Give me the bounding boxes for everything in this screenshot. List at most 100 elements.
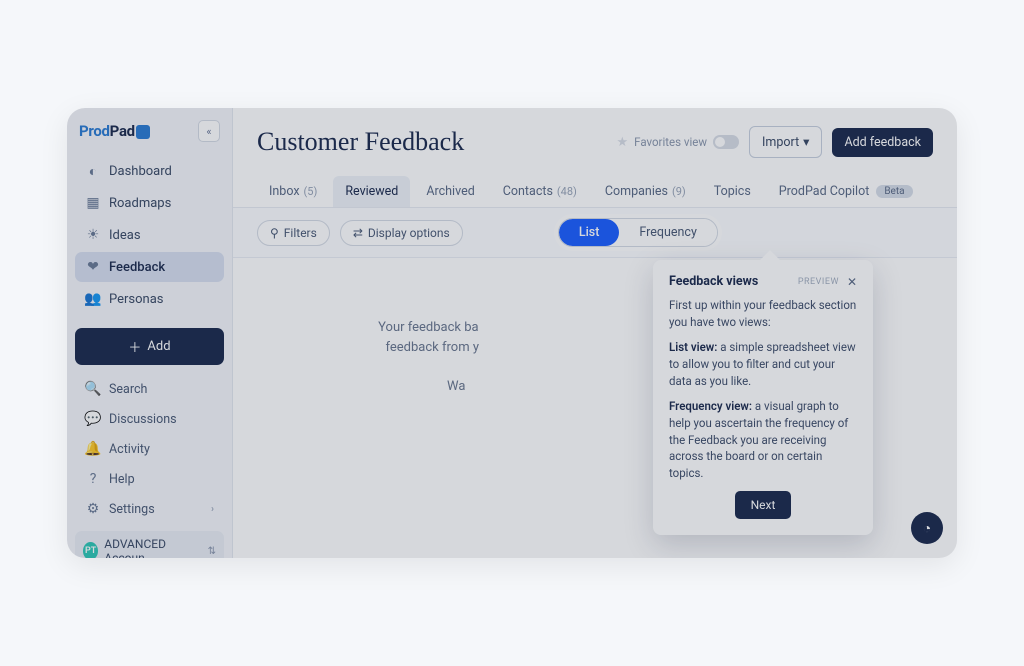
gear-icon: ⚙ xyxy=(85,501,101,517)
sidebar-item-label: Search xyxy=(109,382,147,397)
help-icon: ? xyxy=(85,471,101,487)
popover-title: Feedback views xyxy=(669,274,758,289)
logo-row: ProdPad « xyxy=(75,118,224,152)
sidebar-item-label: Ideas xyxy=(109,228,141,243)
logo-text-2: Pad xyxy=(110,122,135,140)
sidebar-item-label: Dashboard xyxy=(109,164,172,179)
page-title: Customer Feedback xyxy=(257,127,464,157)
tab-count: (5) xyxy=(304,185,318,198)
sidebar-item-label: Roadmaps xyxy=(109,196,171,211)
tab-label: Reviewed xyxy=(345,184,398,199)
tab-inbox[interactable]: Inbox (5) xyxy=(257,176,329,207)
header-actions: ★ Favorites view Import ▾ Add feedback xyxy=(617,126,933,158)
sliders-icon: ⇄ xyxy=(353,226,363,240)
feedback-icon: ❤ xyxy=(85,259,101,275)
tab-count: (9) xyxy=(672,185,686,198)
avatar: PT xyxy=(83,542,98,558)
segmented-control: List Frequency xyxy=(558,218,718,247)
view-switch: List Frequency xyxy=(558,218,718,247)
tab-copilot[interactable]: ProdPad Copilot Beta xyxy=(767,176,925,207)
beta-badge: Beta xyxy=(876,185,912,198)
sidebar-item-personas[interactable]: 👥 Personas xyxy=(75,284,224,314)
personas-icon: 👥 xyxy=(85,291,101,307)
discussions-icon: 💬 xyxy=(85,411,101,427)
tab-label: ProdPad Copilot xyxy=(779,184,870,199)
popover-text: List view: a simple spreadsheet view to … xyxy=(669,339,857,389)
sidebar-item-label: Activity xyxy=(109,442,150,457)
sidebar-item-search[interactable]: 🔍 Search xyxy=(75,375,224,403)
import-label: Import xyxy=(762,135,799,150)
sidebar-item-settings[interactable]: ⚙ Settings › xyxy=(75,495,224,523)
filter-icon: ⚲ xyxy=(270,226,279,240)
activity-icon: 🔔 xyxy=(85,441,101,457)
sidebar-item-dashboard[interactable]: ◐ Dashboard xyxy=(75,156,224,186)
filters-button[interactable]: ⚲ Filters xyxy=(257,220,330,246)
tab-label: Contacts xyxy=(503,184,553,199)
plus-icon: ＋ xyxy=(128,337,141,356)
logo: ProdPad xyxy=(79,122,150,140)
logo-text-1: Prod xyxy=(79,122,110,140)
search-icon: 🔍 xyxy=(85,381,101,397)
tab-count: (48) xyxy=(557,185,577,198)
account-label: ADVANCED Accoun... xyxy=(104,537,201,558)
primary-nav: ◐ Dashboard ▦ Roadmaps ☀ Ideas ❤ Feedbac… xyxy=(75,156,224,314)
toolbar: ⚲ Filters ⇄ Display options List Frequen… xyxy=(233,208,957,258)
updown-icon: ⇅ xyxy=(208,546,216,557)
chat-icon: ◔ xyxy=(923,520,931,537)
sidebar-item-feedback[interactable]: ❤ Feedback xyxy=(75,252,224,282)
add-button-label: Add xyxy=(147,339,170,354)
sidebar-item-label: Discussions xyxy=(109,412,177,427)
display-options-button[interactable]: ⇄ Display options xyxy=(340,220,463,246)
logo-icon xyxy=(136,125,150,139)
roadmaps-icon: ▦ xyxy=(85,195,101,211)
ideas-icon: ☀ xyxy=(85,227,101,243)
filters-label: Filters xyxy=(284,226,317,240)
list-view-button[interactable]: List xyxy=(559,219,620,246)
tab-label: Archived xyxy=(426,184,474,199)
popover-header: Feedback views PREVIEW ✕ xyxy=(669,274,857,289)
caret-down-icon: ▾ xyxy=(803,134,809,150)
star-icon: ★ xyxy=(617,135,629,150)
add-button[interactable]: ＋ Add xyxy=(75,328,224,365)
tab-contacts[interactable]: Contacts (48) xyxy=(491,176,589,207)
next-button[interactable]: Next xyxy=(735,491,792,519)
tab-label: Topics xyxy=(714,184,751,199)
sidebar-item-label: Personas xyxy=(109,292,164,307)
tab-topics[interactable]: Topics xyxy=(702,176,763,207)
collapse-sidebar-button[interactable]: « xyxy=(198,120,220,142)
tab-label: Companies xyxy=(605,184,668,199)
tab-companies[interactable]: Companies (9) xyxy=(593,176,698,207)
app-window: ProdPad « ◐ Dashboard ▦ Roadmaps ☀ Ideas… xyxy=(67,108,957,558)
preview-label: PREVIEW xyxy=(798,277,839,287)
sidebar-item-help[interactable]: ? Help xyxy=(75,465,224,493)
popover-text: First up within your feedback section yo… xyxy=(669,297,857,330)
tab-label: Inbox xyxy=(269,184,300,199)
popover-text: Frequency view: a visual graph to help y… xyxy=(669,398,857,481)
display-label: Display options xyxy=(368,226,450,240)
tabs: Inbox (5) Reviewed Archived Contacts (48… xyxy=(233,162,957,208)
header: Customer Feedback ★ Favorites view Impor… xyxy=(233,108,957,162)
import-button[interactable]: Import ▾ xyxy=(749,126,822,158)
chat-launcher[interactable]: ◔ xyxy=(911,512,943,544)
sidebar-item-ideas[interactable]: ☀ Ideas xyxy=(75,220,224,250)
close-icon[interactable]: ✕ xyxy=(847,275,857,289)
tab-archived[interactable]: Archived xyxy=(414,176,486,207)
account-switcher[interactable]: PT ADVANCED Accoun... ⇅ xyxy=(75,531,224,558)
popover-label: List view: xyxy=(669,340,717,354)
sidebar-item-label: Feedback xyxy=(109,260,165,275)
add-feedback-button[interactable]: Add feedback xyxy=(832,128,933,157)
onboarding-popover: Feedback views PREVIEW ✕ First up within… xyxy=(653,260,873,535)
sidebar-item-label: Help xyxy=(109,472,135,487)
favorites-view-toggle[interactable]: ★ Favorites view xyxy=(617,135,740,150)
sidebar-item-roadmaps[interactable]: ▦ Roadmaps xyxy=(75,188,224,218)
frequency-view-button[interactable]: Frequency xyxy=(619,219,716,246)
toggle-switch[interactable] xyxy=(713,135,739,149)
tab-reviewed[interactable]: Reviewed xyxy=(333,176,410,207)
sidebar-item-activity[interactable]: 🔔 Activity xyxy=(75,435,224,463)
favorites-label: Favorites view xyxy=(634,135,707,149)
main: Customer Feedback ★ Favorites view Impor… xyxy=(233,108,957,558)
dashboard-icon: ◐ xyxy=(85,163,101,179)
sidebar: ProdPad « ◐ Dashboard ▦ Roadmaps ☀ Ideas… xyxy=(67,108,233,558)
secondary-nav: 🔍 Search 💬 Discussions 🔔 Activity ? Help… xyxy=(75,375,224,523)
sidebar-item-discussions[interactable]: 💬 Discussions xyxy=(75,405,224,433)
